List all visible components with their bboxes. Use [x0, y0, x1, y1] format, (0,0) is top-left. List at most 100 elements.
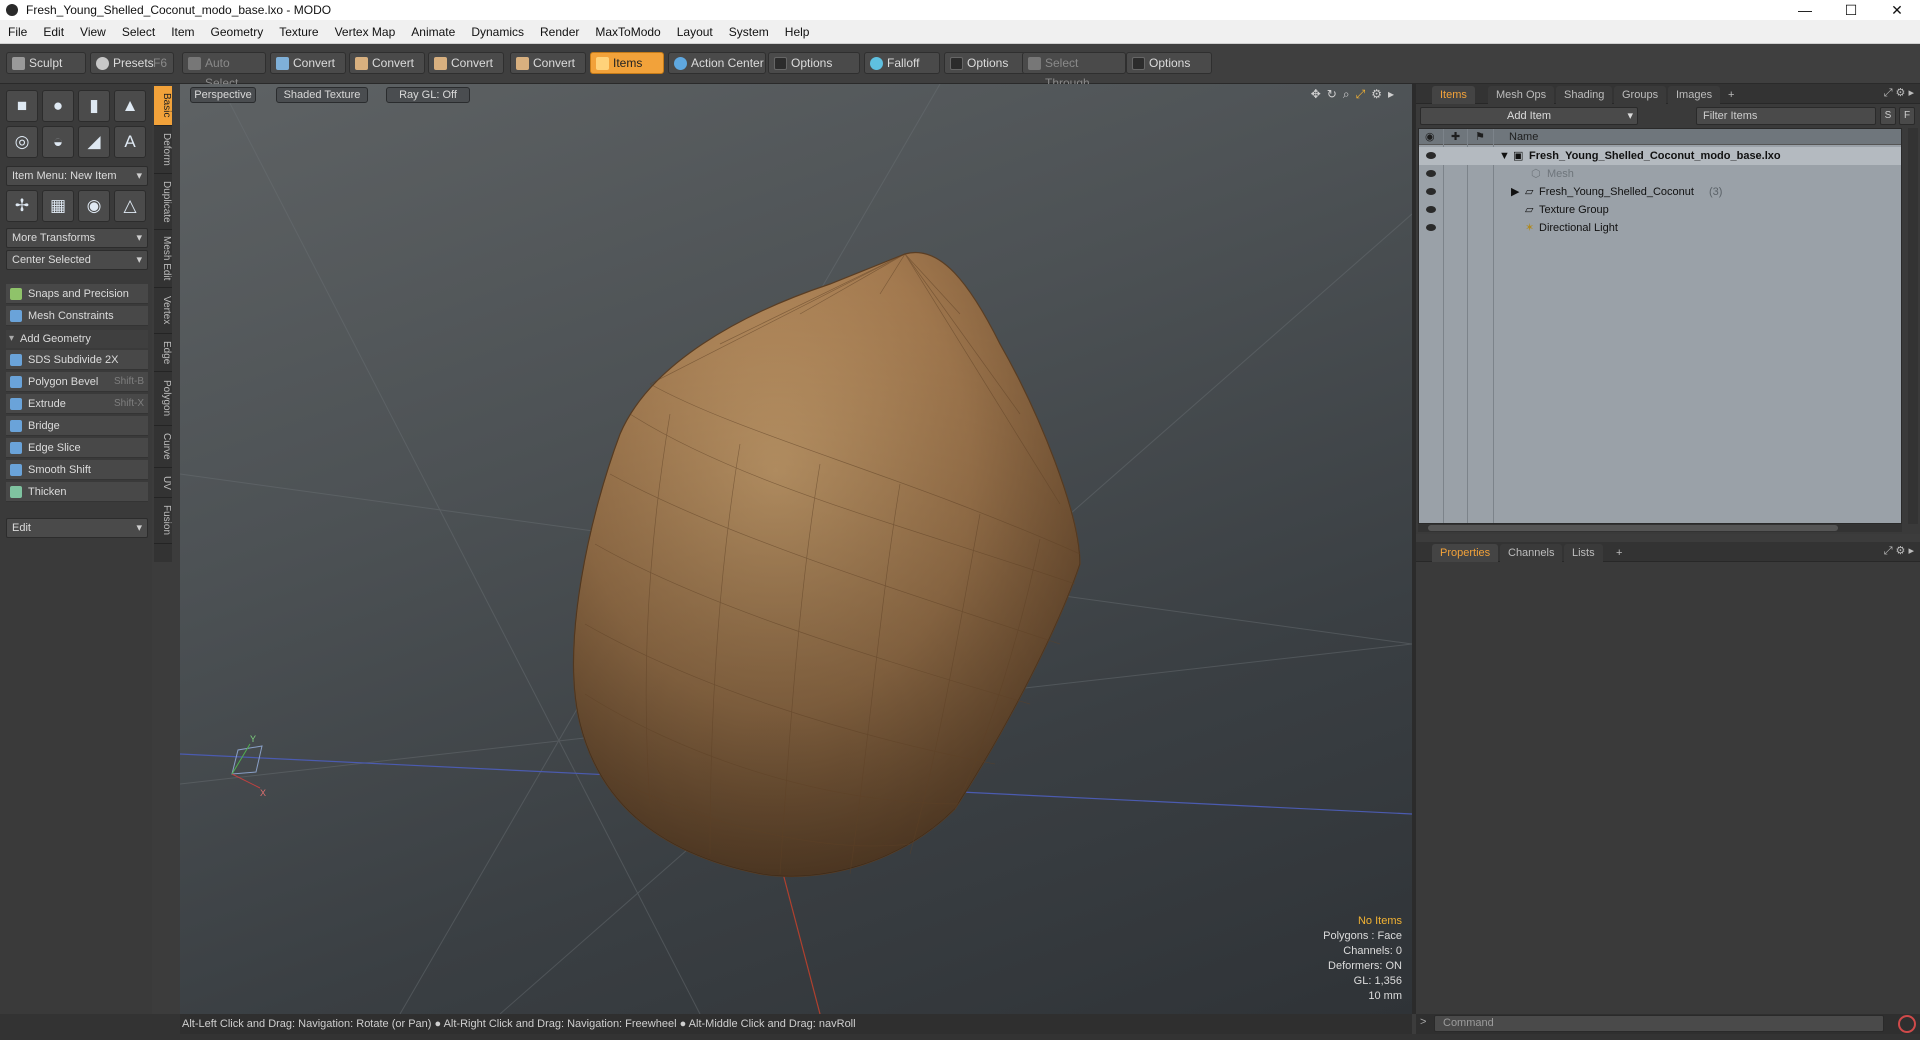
tab-deform[interactable]: Deform: [154, 126, 172, 174]
menu-vertex-map[interactable]: Vertex Map: [327, 20, 404, 44]
center-selected-dropdown[interactable]: Center Selected: [6, 250, 148, 270]
visibility-eye-icon[interactable]: [1426, 206, 1436, 213]
tab-lists[interactable]: Lists: [1564, 544, 1603, 562]
fit-icon[interactable]: ⤢: [1356, 87, 1366, 102]
filter-items-input[interactable]: Filter Items: [1696, 107, 1876, 125]
rotate-icon[interactable]: ↻: [1327, 87, 1337, 102]
falloff-button[interactable]: Falloff: [864, 52, 940, 74]
tab-fusion[interactable]: Fusion: [154, 498, 172, 544]
item-menu-dropdown[interactable]: Item Menu: New Item: [6, 166, 148, 186]
view-perspective-dropdown[interactable]: Perspective: [190, 87, 256, 103]
3d-viewport[interactable]: Y X Perspective Shaded Texture Ray GL: O…: [180, 84, 1412, 1014]
menu-file[interactable]: File: [0, 20, 35, 44]
action-center-options-button[interactable]: Options: [768, 52, 860, 74]
command-input[interactable]: Command: [1434, 1015, 1884, 1032]
cylinder-icon[interactable]: ▮: [78, 90, 110, 122]
minimize-button[interactable]: —: [1782, 0, 1828, 20]
items-mode-button[interactable]: Items: [590, 52, 664, 74]
add-tab-icon[interactable]: +: [1608, 544, 1630, 562]
pen-icon[interactable]: ◢: [78, 126, 110, 158]
sphere-icon[interactable]: ●: [42, 90, 74, 122]
select-through-button[interactable]: Select Through: [1022, 52, 1126, 90]
visibility-eye-icon[interactable]: [1426, 224, 1436, 231]
tree-horizontal-scrollbar[interactable]: [1418, 524, 1902, 532]
pyramid-icon[interactable]: △: [114, 190, 146, 222]
zoom-icon[interactable]: ⌕: [1343, 87, 1350, 102]
expand-arrow-icon[interactable]: ▶: [1511, 183, 1519, 201]
tab-edge[interactable]: Edge: [154, 334, 172, 372]
expand-arrow-icon[interactable]: ▼: [1499, 147, 1510, 165]
convert-polygons-button[interactable]: Convert: [428, 52, 504, 74]
command-record-icon[interactable]: [1898, 1015, 1916, 1033]
visibility-eye-icon[interactable]: [1426, 152, 1436, 159]
panel-options-icon[interactable]: ⤢ ⚙ ▸: [1884, 86, 1914, 100]
maximize-button[interactable]: ☐: [1828, 0, 1874, 20]
menu-maxtomodo[interactable]: MaxToModo: [587, 20, 668, 44]
locator-icon[interactable]: ✢: [6, 190, 38, 222]
more-transforms-dropdown[interactable]: More Transforms: [6, 228, 148, 248]
tree-row-mesh[interactable]: ⬡ Mesh: [1419, 165, 1901, 183]
tree-row-texture-group[interactable]: ▱ Texture Group: [1419, 201, 1901, 219]
bridge-button[interactable]: Bridge: [6, 416, 148, 436]
cube-icon[interactable]: ■: [6, 90, 38, 122]
globe-icon[interactable]: ◉: [78, 190, 110, 222]
polygon-bevel-button[interactable]: Polygon Bevel Shift-B: [6, 372, 148, 392]
thicken-button[interactable]: Thicken: [6, 482, 148, 502]
extrude-button[interactable]: Extrude Shift-X: [6, 394, 148, 414]
name-column-header[interactable]: Name: [1509, 129, 1538, 145]
menu-view[interactable]: View: [72, 20, 114, 44]
tab-duplicate[interactable]: Duplicate: [154, 174, 172, 230]
grid-icon[interactable]: ▦: [42, 190, 74, 222]
menu-edit[interactable]: Edit: [35, 20, 72, 44]
tab-groups[interactable]: Groups: [1614, 86, 1667, 104]
tree-vertical-scrollbar[interactable]: [1908, 128, 1918, 524]
tab-polygon[interactable]: Polygon: [154, 372, 172, 426]
convert-vertices-button[interactable]: Convert: [270, 52, 346, 74]
tree-row-coconut-group[interactable]: ▶ ▱ Fresh_Young_Shelled_Coconut (3): [1419, 183, 1901, 201]
menu-render[interactable]: Render: [532, 20, 587, 44]
menu-dynamics[interactable]: Dynamics: [463, 20, 532, 44]
cone-icon[interactable]: ▲: [114, 90, 146, 122]
viewport-settings-icon[interactable]: ⚙: [1371, 87, 1382, 102]
raygl-toggle[interactable]: Ray GL: Off: [386, 87, 470, 103]
viewport-menu-icon[interactable]: ▸: [1388, 87, 1394, 102]
tab-vertex[interactable]: Vertex: [154, 288, 172, 334]
tree-row-scene[interactable]: ▼ ▣ Fresh_Young_Shelled_Coconut_modo_bas…: [1419, 147, 1901, 165]
pan-icon[interactable]: ✥: [1311, 87, 1321, 102]
tab-shading[interactable]: Shading: [1556, 86, 1613, 104]
edge-slice-button[interactable]: Edge Slice: [6, 438, 148, 458]
visibility-eye-icon[interactable]: [1426, 188, 1436, 195]
presets-button[interactable]: Presets F6: [90, 52, 174, 74]
tab-basic[interactable]: Basic: [154, 86, 172, 126]
tab-items[interactable]: Items: [1432, 86, 1475, 104]
close-button[interactable]: ✕: [1874, 0, 1920, 20]
tab-uv[interactable]: UV: [154, 468, 172, 498]
menu-animate[interactable]: Animate: [403, 20, 463, 44]
menu-geometry[interactable]: Geometry: [203, 20, 272, 44]
menu-select[interactable]: Select: [114, 20, 163, 44]
menu-item[interactable]: Item: [163, 20, 202, 44]
coconut-mesh[interactable]: [572, 251, 1081, 877]
visibility-eye-icon[interactable]: [1426, 170, 1436, 177]
text-icon[interactable]: A: [114, 126, 146, 158]
convert-edges-button[interactable]: Convert: [349, 52, 425, 74]
tab-channels[interactable]: Channels: [1500, 544, 1563, 562]
tree-row-directional-light[interactable]: ✶ Directional Light: [1419, 219, 1901, 237]
add-geometry-section[interactable]: Add Geometry: [6, 330, 148, 348]
tab-mesh-ops[interactable]: Mesh Ops: [1488, 86, 1555, 104]
tab-properties[interactable]: Properties: [1432, 544, 1499, 562]
scroll-thumb[interactable]: [1428, 525, 1838, 531]
snaps-precision-button[interactable]: Snaps and Precision: [6, 284, 148, 304]
menu-system[interactable]: System: [721, 20, 777, 44]
menu-texture[interactable]: Texture: [271, 20, 326, 44]
sds-subdivide-button[interactable]: SDS Subdivide 2X: [6, 350, 148, 370]
menu-layout[interactable]: Layout: [669, 20, 721, 44]
edit-dropdown[interactable]: Edit: [6, 518, 148, 538]
tab-images[interactable]: Images: [1668, 86, 1721, 104]
filter-s-button[interactable]: S: [1880, 107, 1896, 125]
menu-help[interactable]: Help: [777, 20, 818, 44]
action-center-button[interactable]: Action Center: [668, 52, 766, 74]
convert-materials-button[interactable]: Convert: [510, 52, 586, 74]
smooth-shift-button[interactable]: Smooth Shift: [6, 460, 148, 480]
add-item-dropdown[interactable]: Add Item: [1420, 107, 1638, 125]
